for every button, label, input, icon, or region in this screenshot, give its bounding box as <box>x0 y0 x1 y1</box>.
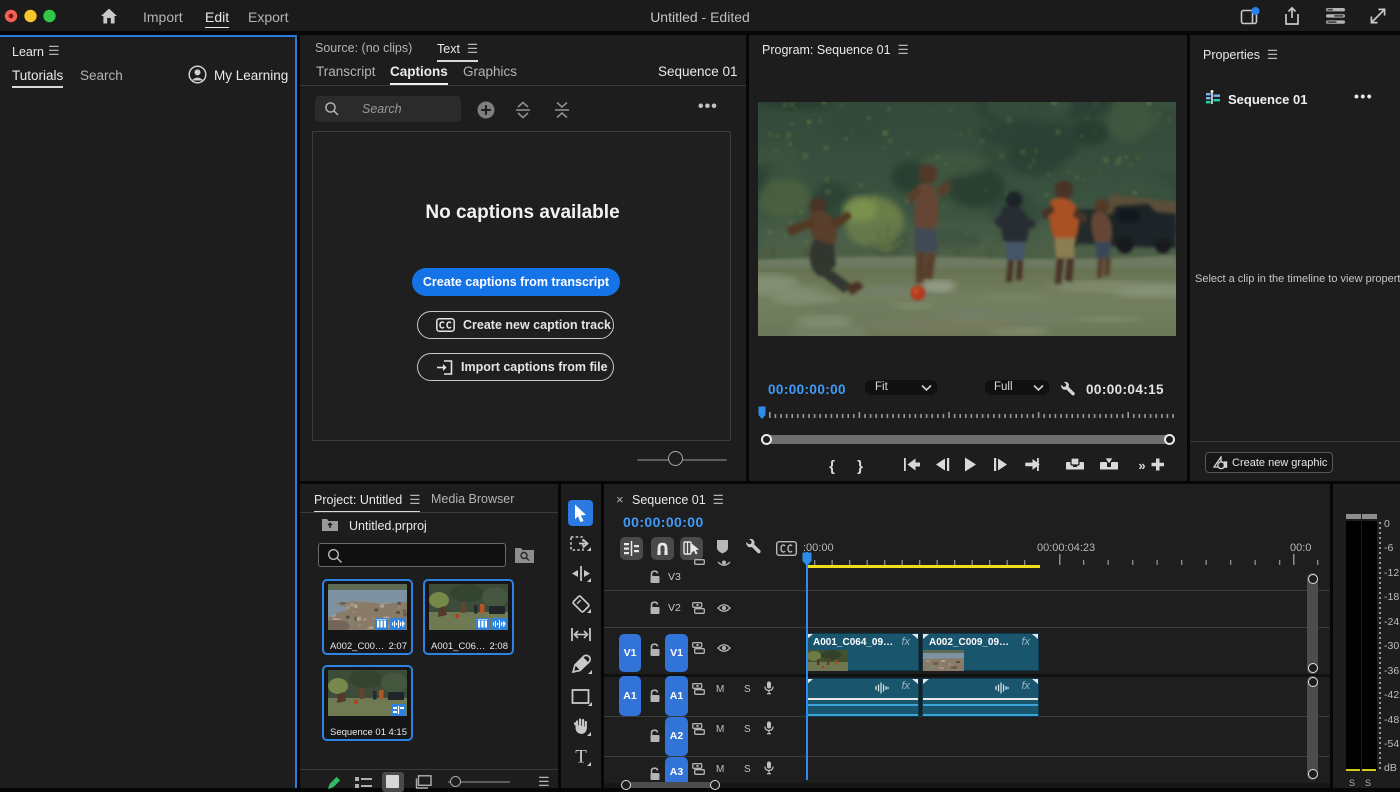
svg-text:}: } <box>857 458 863 475</box>
svg-text:»: » <box>1138 458 1145 473</box>
svg-text:{: { <box>829 458 835 475</box>
svg-text:T: T <box>575 747 587 768</box>
